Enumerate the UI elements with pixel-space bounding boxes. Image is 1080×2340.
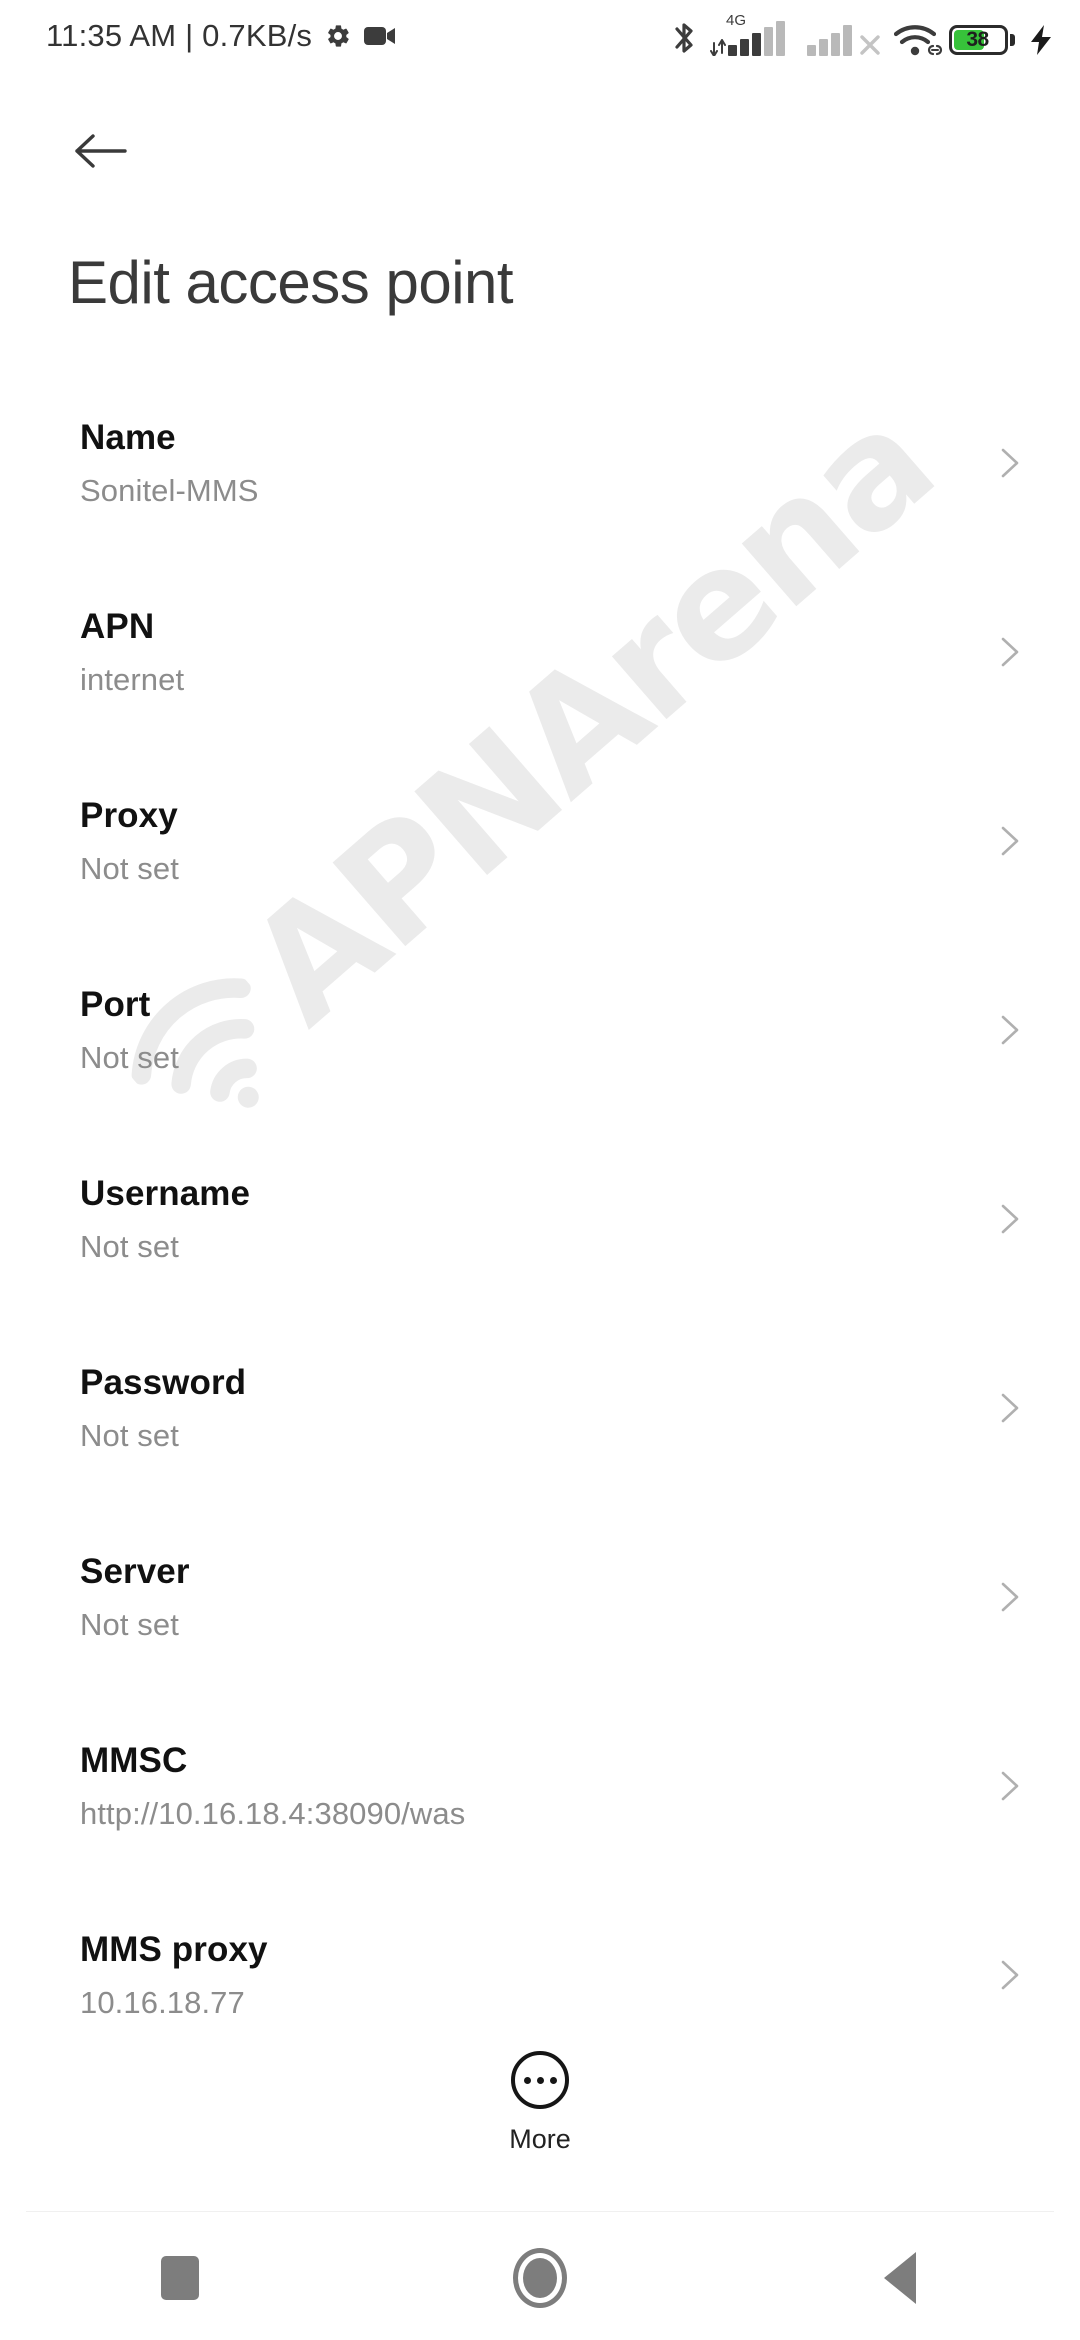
list-item-value: Not set <box>80 1418 179 1453</box>
charging-bolt-icon <box>1028 24 1054 56</box>
link-icon <box>927 44 943 56</box>
navigation-bar <box>0 2215 1080 2340</box>
status-bar-left: 11:35 AM | 0.7KB/s <box>46 18 396 54</box>
more-dot <box>549 2076 557 2084</box>
list-item-value: Not set <box>80 1607 179 1642</box>
gear-icon <box>324 22 352 50</box>
list-item-label: Username <box>80 1174 251 1213</box>
list-item-value: http://10.16.18.4:38090/was <box>80 1796 466 1831</box>
nav-recents-button[interactable] <box>0 2255 360 2300</box>
list-item[interactable]: Username Not set <box>0 1161 1080 1350</box>
list-item-label: MMSC <box>80 1741 188 1780</box>
battery-cap <box>1010 34 1015 46</box>
back-arrow-icon <box>75 134 127 168</box>
bluetooth-icon <box>671 20 697 56</box>
list-item-value: Sonitel-MMS <box>80 473 259 508</box>
home-circle-icon <box>513 2247 567 2308</box>
settings-list: Name Sonitel-MMS APN internet Proxy Not … <box>0 405 1080 2106</box>
list-item-value: 10.16.18.77 <box>80 1985 245 2020</box>
camcorder-icon <box>364 25 396 47</box>
list-item[interactable]: Port Not set <box>0 972 1080 1161</box>
list-item-value: Not set <box>80 851 179 886</box>
list-item-value: Not set <box>80 1040 179 1075</box>
chevron-right-icon <box>1001 1015 1019 1045</box>
list-item-label: APN <box>80 607 155 646</box>
list-item[interactable]: Password Not set <box>0 1350 1080 1539</box>
list-item-label: MMS proxy <box>80 1930 268 1969</box>
chevron-right-icon <box>1001 826 1019 856</box>
nav-home-button[interactable] <box>360 2247 720 2308</box>
chevron-right-icon <box>1001 1771 1019 1801</box>
list-item-label: Proxy <box>80 796 178 835</box>
page-title: Edit access point <box>68 249 514 316</box>
nav-divider <box>26 2211 1054 2212</box>
more-dots-circle-icon <box>511 2051 569 2109</box>
list-item[interactable]: Name Sonitel-MMS <box>0 405 1080 594</box>
list-item[interactable]: Server Not set <box>0 1539 1080 1728</box>
list-item-label: Port <box>80 985 151 1024</box>
sim1-signal-icon: 4G <box>710 13 794 56</box>
status-bar-right: 4G 38 <box>671 13 1054 56</box>
more-button[interactable]: More <box>0 2051 1080 2155</box>
nav-back-button[interactable] <box>720 2251 1080 2304</box>
no-service-x-icon <box>860 35 880 55</box>
more-button-label: More <box>509 2124 571 2154</box>
list-item-label: Server <box>80 1552 190 1591</box>
back-button[interactable] <box>62 118 138 184</box>
battery-icon: 38 <box>949 24 1015 56</box>
battery-level-label: 38 <box>966 28 989 51</box>
wifi-icon <box>893 24 943 56</box>
list-item[interactable]: MMSC http://10.16.18.4:38090/was <box>0 1728 1080 1917</box>
home-circle-inner <box>523 2257 557 2298</box>
chevron-right-icon <box>1001 637 1019 667</box>
chevron-right-icon <box>1001 1960 1019 1990</box>
chevron-right-icon <box>1001 1393 1019 1423</box>
more-dot <box>536 2076 544 2084</box>
status-bar: 11:35 AM | 0.7KB/s 4G 38 <box>0 0 1080 72</box>
list-item-label: Password <box>80 1363 247 1402</box>
phone-screen: APNArena 11:35 AM | 0.7KB/s 4G 38 Edit a… <box>0 0 1080 2340</box>
chevron-right-icon <box>1001 1582 1019 1612</box>
list-item-value: internet <box>80 662 185 697</box>
more-dot <box>523 2076 531 2084</box>
list-item[interactable]: Proxy Not set <box>0 783 1080 972</box>
chevron-right-icon <box>1001 448 1019 478</box>
sim2-signal-icon <box>807 16 881 56</box>
status-clock: 11:35 AM | 0.7KB/s <box>46 18 313 53</box>
data-arrows-icon <box>710 39 726 56</box>
back-triangle-icon <box>884 2251 916 2304</box>
list-item[interactable]: APN internet <box>0 594 1080 783</box>
list-item-label: Name <box>80 418 176 457</box>
chevron-right-icon <box>1001 1204 1019 1234</box>
list-item-value: Not set <box>80 1229 179 1264</box>
recents-square-icon <box>161 2255 199 2300</box>
